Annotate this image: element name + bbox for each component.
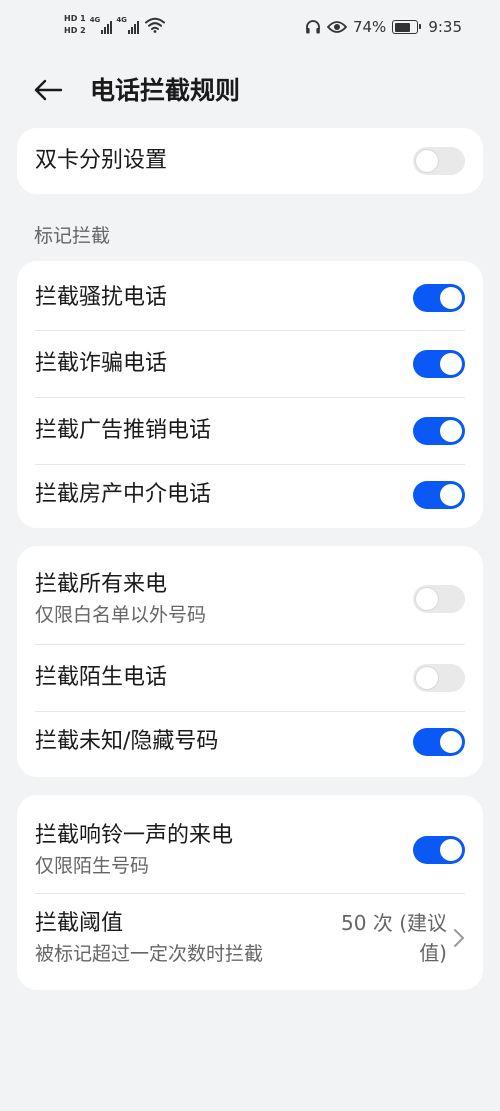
status-bar-right: 74% 9:35	[305, 18, 462, 36]
chevron-right-icon	[453, 928, 465, 948]
clock: 9:35	[428, 18, 462, 36]
page-title: 电话拦截规则	[90, 76, 241, 105]
marked-label-harassment: 拦截骚扰电话	[35, 285, 168, 310]
status-bar-left: HD 1 HD 2 4G 4G	[64, 14, 165, 36]
ring-once-sub: 仅限陌生号码	[35, 855, 150, 877]
threshold-value-wrap[interactable]: 50 次 (建议值)	[331, 908, 465, 968]
back-button[interactable]	[28, 72, 68, 108]
filter-sub-all: 仅限白名单以外号码	[35, 604, 207, 626]
marked-label-fraud: 拦截诈骗电话	[35, 350, 168, 376]
block-unknown-toggle[interactable]	[413, 728, 465, 756]
block-all-toggle[interactable]	[413, 585, 465, 613]
filter-label-stranger: 拦截陌生电话	[35, 664, 168, 690]
filter-row-stranger[interactable]: 拦截陌生电话	[35, 644, 465, 711]
marked-row-harassment[interactable]: 拦截骚扰电话	[35, 266, 465, 330]
filter-row-all[interactable]: 拦截所有来电 仅限白名单以外号码	[35, 554, 465, 644]
ring-once-row[interactable]: 拦截响铃一声的来电 仅限陌生号码	[35, 807, 465, 893]
battery-icon	[392, 20, 422, 34]
fraud-toggle[interactable]	[413, 349, 465, 378]
call-filter-card: 拦截所有来电 仅限白名单以外号码 拦截陌生电话 拦截未知/隐藏号码	[17, 546, 483, 777]
harassment-toggle[interactable]	[413, 284, 465, 312]
sim1-hd-badge: HD 1	[64, 14, 86, 23]
dual-sim-toggle[interactable]	[413, 147, 465, 175]
ring-once-toggle[interactable]	[413, 836, 465, 864]
threshold-label: 拦截阈值	[35, 911, 124, 936]
hd-indicators: HD 1 HD 2	[64, 14, 86, 36]
ads-toggle[interactable]	[413, 416, 465, 445]
ring-once-label: 拦截响铃一声的来电	[35, 823, 234, 848]
marked-row-fraud[interactable]: 拦截诈骗电话	[35, 330, 465, 397]
app-header: 电话拦截规则	[0, 60, 500, 120]
dual-sim-label: 双卡分别设置	[35, 148, 168, 173]
battery-fill	[394, 22, 410, 32]
section-marked-label: 标记拦截	[34, 225, 111, 247]
signal-sim1-icon: 4G	[90, 16, 113, 34]
battery-percent: 74%	[352, 18, 387, 36]
filter-row-unknown[interactable]: 拦截未知/隐藏号码	[35, 711, 465, 773]
marked-block-card: 拦截骚扰电话 拦截诈骗电话 拦截广告推销电话 拦截房产中介电话	[17, 261, 483, 528]
signal-sim2-icon: 4G	[116, 16, 139, 34]
eye-icon	[326, 20, 347, 34]
dual-sim-card: 双卡分别设置	[17, 128, 483, 194]
threshold-value: 50 次 (建议值)	[341, 911, 447, 965]
agent-toggle[interactable]	[413, 481, 465, 509]
status-bar: HD 1 HD 2 4G 4G 74% 9:35	[0, 0, 500, 60]
block-stranger-toggle[interactable]	[413, 663, 465, 692]
filter-label-unknown: 拦截未知/隐藏号码	[35, 729, 219, 754]
headphones-icon	[305, 19, 321, 35]
sim2-hd-badge: HD 2	[64, 26, 86, 35]
threshold-sub: 被标记超过一定次数时拦截	[35, 943, 264, 965]
marked-label-ads: 拦截广告推销电话	[35, 417, 212, 443]
marked-row-ads[interactable]: 拦截广告推销电话	[35, 397, 465, 464]
ring-threshold-card: 拦截响铃一声的来电 仅限陌生号码 拦截阈值 被标记超过一定次数时拦截 50 次 …	[17, 795, 483, 990]
threshold-row[interactable]: 拦截阈值 被标记超过一定次数时拦截 50 次 (建议值)	[35, 893, 465, 983]
dual-sim-row[interactable]: 双卡分别设置	[35, 128, 465, 194]
wifi-icon	[144, 17, 165, 33]
marked-label-agent: 拦截房产中介电话	[35, 482, 212, 507]
network-type-sim1: 4G	[89, 16, 101, 24]
filter-label-all: 拦截所有来电	[35, 572, 168, 597]
network-type-sim2: 4G	[116, 16, 127, 24]
arrow-left-icon	[34, 79, 63, 101]
marked-row-agent[interactable]: 拦截房产中介电话	[35, 464, 465, 526]
